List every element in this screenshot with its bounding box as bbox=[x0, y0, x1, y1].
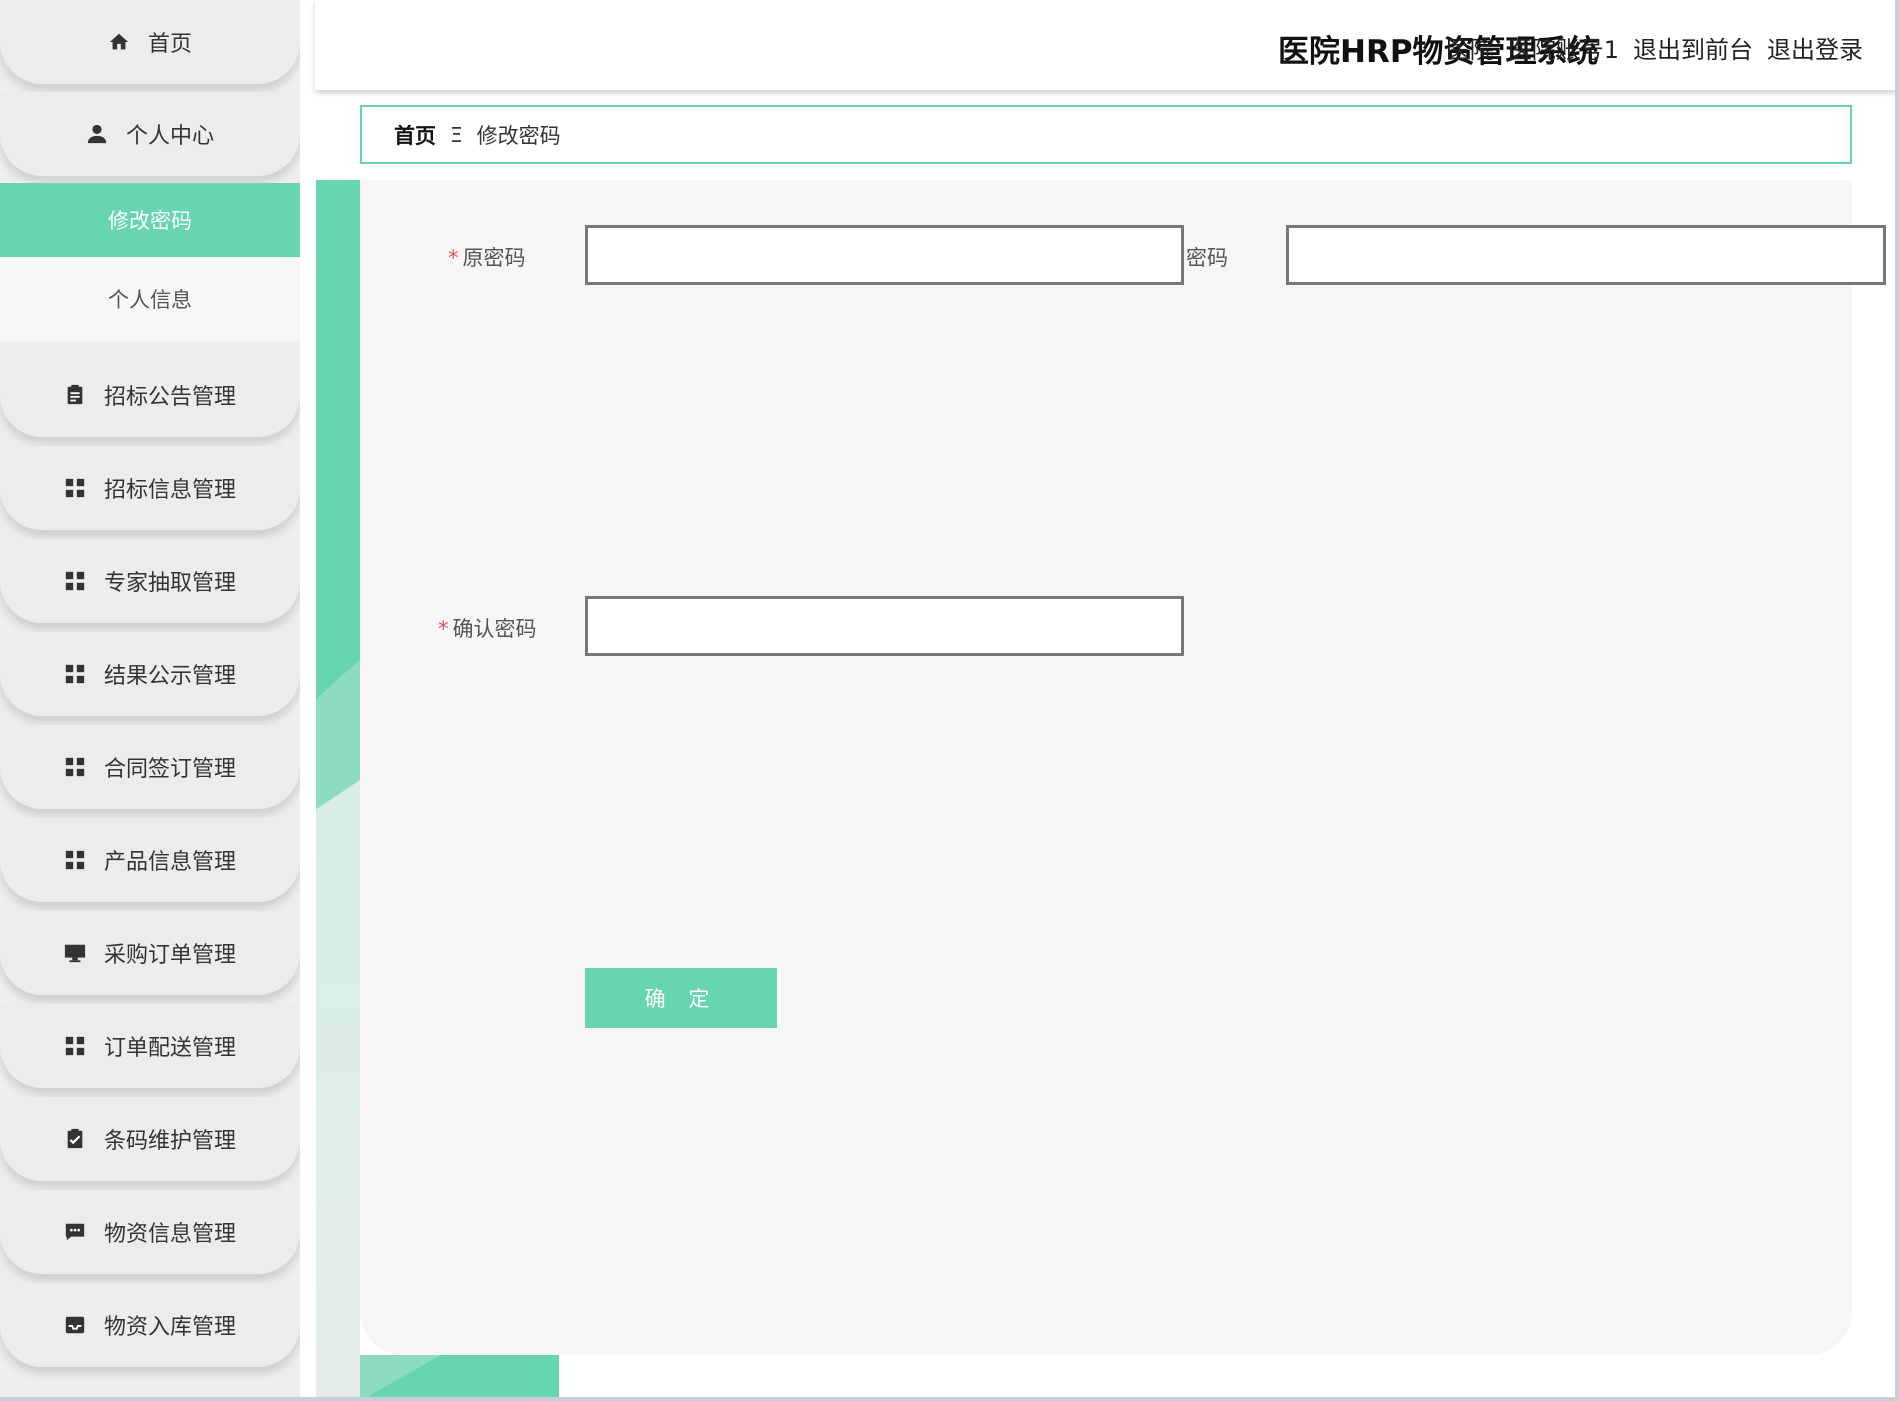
monitor-icon bbox=[64, 942, 86, 964]
exit-to-front-link[interactable]: 退出到前台 bbox=[1633, 30, 1753, 65]
sidebar-item-label: 合同签订管理 bbox=[103, 757, 236, 782]
sidebar-item-contract[interactable]: 合同签订管理 bbox=[0, 725, 300, 809]
breadcrumb: 首页 Ξ 修改密码 bbox=[360, 105, 1852, 164]
sidebar-item-personal-center[interactable]: 个人中心 bbox=[0, 92, 300, 176]
comment-icon bbox=[64, 1221, 86, 1243]
sidebar-item-tender-notice[interactable]: 招标公告管理 bbox=[0, 353, 300, 437]
window-right-border bbox=[1895, 0, 1899, 1401]
window-bottom-border bbox=[0, 1397, 1899, 1401]
grid-icon bbox=[64, 756, 86, 778]
sidebar-item-label: 个人中心 bbox=[125, 124, 214, 149]
sidebar-subitem-label: 个人信息 bbox=[108, 288, 192, 312]
confirm-password-label-text: 确认密码 bbox=[452, 617, 537, 641]
user-account: 医院账号1 bbox=[1507, 36, 1619, 64]
sidebar-item-label: 物资信息管理 bbox=[103, 1222, 236, 1247]
logout-link[interactable]: 退出登录 bbox=[1767, 30, 1863, 65]
home-icon bbox=[108, 31, 130, 53]
sidebar-item-order-delivery[interactable]: 订单配送管理 bbox=[0, 1004, 300, 1088]
sidebar-item-label: 订单配送管理 bbox=[103, 1036, 236, 1061]
form-panel: * 原密码 密码 * 确认密码 bbox=[360, 180, 1886, 1355]
top-header: 医院HRP物资管理系统 医院 医院账号1 退出到前台 退出登录 bbox=[315, 0, 1899, 90]
sidebar-item-label: 招标信息管理 bbox=[103, 478, 236, 503]
sidebar-item-label: 结果公示管理 bbox=[103, 664, 236, 689]
old-password-input[interactable] bbox=[585, 225, 1184, 285]
old-password-label-text: 原密码 bbox=[462, 246, 526, 270]
grid-icon bbox=[64, 477, 86, 499]
sidebar-item-home[interactable]: 首页 bbox=[0, 0, 300, 84]
sidebar: 首页 个人中心 修改密码 个人信息 招标公告管理 招标信息管理 专家抽取管理 结… bbox=[0, 0, 300, 1401]
sidebar-item-label: 招标公告管理 bbox=[103, 385, 236, 410]
confirm-password-label: * 确认密码 bbox=[438, 613, 537, 643]
sidebar-item-product-info[interactable]: 产品信息管理 bbox=[0, 818, 300, 902]
sidebar-edge bbox=[300, 0, 316, 1401]
breadcrumb-current: 修改密码 bbox=[476, 123, 561, 148]
confirm-password-input[interactable] bbox=[585, 596, 1184, 656]
person-icon bbox=[86, 123, 108, 145]
sidebar-subitem-label: 修改密码 bbox=[108, 209, 192, 233]
old-password-label: * 原密码 bbox=[448, 242, 526, 272]
sidebar-item-expert-selection[interactable]: 专家抽取管理 bbox=[0, 539, 300, 623]
grid-icon bbox=[64, 663, 86, 685]
grid-icon bbox=[64, 849, 86, 871]
sidebar-subitem-personal-info[interactable]: 个人信息 bbox=[0, 257, 300, 341]
required-mark: * bbox=[438, 617, 449, 641]
sidebar-item-label: 专家抽取管理 bbox=[103, 571, 236, 596]
required-mark: * bbox=[448, 246, 459, 270]
sidebar-item-label: 采购订单管理 bbox=[103, 943, 236, 968]
sidebar-subitem-change-password[interactable]: 修改密码 bbox=[0, 183, 300, 257]
app-root: 首页 个人中心 修改密码 个人信息 招标公告管理 招标信息管理 专家抽取管理 结… bbox=[0, 0, 1899, 1401]
sidebar-item-stock-in[interactable]: 物资入库管理 bbox=[0, 1283, 300, 1367]
clipboard-icon bbox=[64, 384, 86, 406]
new-password-input[interactable] bbox=[1286, 225, 1886, 285]
sidebar-item-tender-info[interactable]: 招标信息管理 bbox=[0, 446, 300, 530]
sidebar-item-barcode[interactable]: 条码维护管理 bbox=[0, 1097, 300, 1181]
user-role: 医院 bbox=[1445, 36, 1494, 64]
sidebar-item-label: 物资入库管理 bbox=[103, 1315, 236, 1340]
sidebar-item-label: 首页 bbox=[147, 32, 192, 57]
sidebar-item-result-publicity[interactable]: 结果公示管理 bbox=[0, 632, 300, 716]
breadcrumb-home[interactable]: 首页 bbox=[394, 120, 436, 150]
sidebar-item-label: 产品信息管理 bbox=[103, 850, 236, 875]
sidebar-item-purchase-order[interactable]: 采购订单管理 bbox=[0, 911, 300, 995]
sidebar-item-label: 条码维护管理 bbox=[103, 1129, 236, 1154]
inbox-icon bbox=[64, 1314, 86, 1336]
grid-icon bbox=[64, 570, 86, 592]
grid-icon bbox=[64, 1035, 86, 1057]
new-password-label: 密码 bbox=[1186, 246, 1228, 270]
clipboard-check-icon bbox=[64, 1128, 86, 1150]
confirm-button[interactable]: 确 定 bbox=[585, 968, 777, 1028]
breadcrumb-separator: Ξ bbox=[450, 122, 463, 147]
sidebar-item-material-info[interactable]: 物资信息管理 bbox=[0, 1190, 300, 1274]
header-user-area: 医院 医院账号1 退出到前台 退出登录 bbox=[1446, 30, 1863, 65]
